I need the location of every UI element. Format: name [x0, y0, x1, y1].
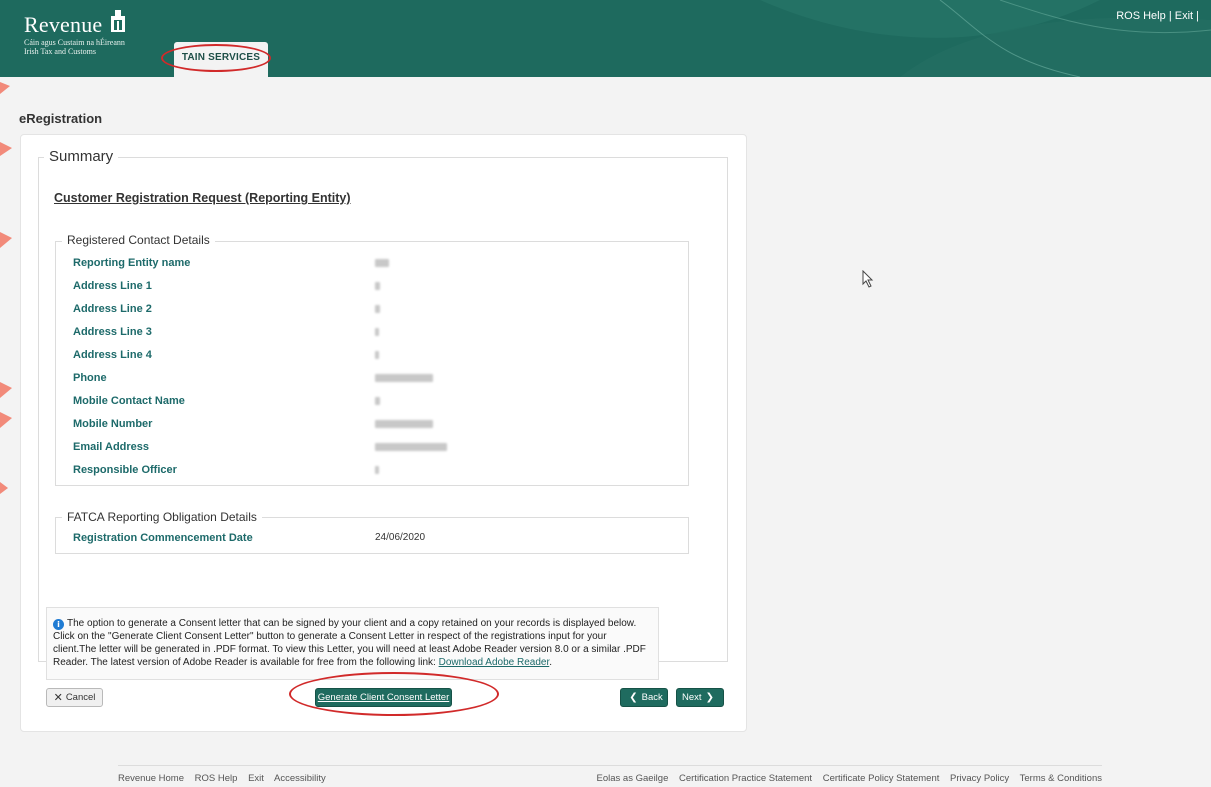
mouse-cursor-icon: [862, 270, 874, 288]
detail-label: Reporting Entity name: [73, 257, 191, 269]
footer-link-certification-practice[interactable]: Certification Practice Statement: [679, 773, 812, 784]
footer-link-certificate-policy[interactable]: Certificate Policy Statement: [823, 773, 940, 784]
revenue-logo[interactable]: Revenue Cáin agus Custaim na hÉireann Ir…: [24, 10, 125, 56]
header-trailing-separator: |: [1196, 10, 1199, 22]
detail-label: Address Line 1: [73, 280, 152, 292]
fatca-legend: FATCA Reporting Obligation Details: [62, 510, 262, 524]
detail-label: Phone: [73, 372, 107, 384]
consent-info-box: i The option to generate a Consent letter…: [46, 607, 659, 680]
redacted-value: [375, 305, 380, 313]
next-button[interactable]: Next ❯: [676, 688, 724, 707]
brand-sub-english: Irish Tax and Customs: [24, 47, 96, 56]
exit-link[interactable]: Exit: [1175, 10, 1193, 22]
footer-link-eolas-as-gaeilge[interactable]: Eolas as Gaeilge: [597, 773, 669, 784]
back-button[interactable]: ❮ Back: [620, 688, 668, 707]
detail-label: Email Address: [73, 441, 150, 453]
footer-divider: [118, 765, 1102, 766]
close-icon: ✕: [53, 691, 63, 704]
footer-link-revenue-home[interactable]: Revenue Home: [118, 773, 184, 784]
commencement-date-value: 24/06/2020: [375, 532, 426, 543]
footer-links-right: Eolas as Gaeilge Certification Practice …: [597, 773, 1102, 784]
request-title: Customer Registration Request (Reporting…: [54, 191, 351, 205]
annotation-ring-generate: [289, 672, 499, 716]
back-label: Back: [641, 692, 663, 703]
contact-details-legend: Registered Contact Details: [62, 233, 215, 247]
redacted-value: [375, 466, 379, 474]
footer-link-exit[interactable]: Exit: [248, 773, 264, 784]
detail-label: Registration Commencement Date: [73, 532, 253, 544]
cancel-button[interactable]: ✕ Cancel: [46, 688, 103, 707]
redacted-value: [375, 328, 379, 336]
harp-crest-icon: [111, 10, 125, 32]
footer-link-ros-help[interactable]: ROS Help: [195, 773, 238, 784]
info-text: The option to generate a Consent letter …: [53, 618, 646, 668]
detail-label: Responsible Officer: [73, 464, 177, 476]
detail-label: Address Line 2: [73, 303, 152, 315]
header-help-links: ROS Help | Exit |: [1116, 10, 1199, 22]
detail-label: Address Line 4: [73, 349, 152, 361]
download-adobe-reader-link[interactable]: Download Adobe Reader: [439, 657, 550, 668]
redacted-value: [375, 374, 433, 382]
info-icon: i: [53, 619, 64, 630]
footer-link-privacy-policy[interactable]: Privacy Policy: [950, 773, 1009, 784]
summary-card: Summary Customer Registration Request (R…: [20, 134, 747, 732]
footer-links-left: Revenue Home ROS Help Exit Accessibility: [118, 773, 334, 784]
info-text-suffix: .: [549, 657, 553, 668]
next-label: Next: [682, 692, 702, 703]
redacted-value: [375, 282, 380, 290]
left-edge-decoration: [0, 82, 12, 494]
header-separator: |: [1168, 10, 1172, 22]
detail-label: Mobile Number: [73, 418, 153, 430]
cancel-label: Cancel: [65, 692, 96, 703]
footer-link-terms[interactable]: Terms & Conditions: [1020, 773, 1102, 784]
redacted-value: [375, 259, 389, 267]
annotation-ring-tab: [161, 44, 271, 72]
page-title: eRegistration: [19, 111, 103, 126]
detail-label: Mobile Contact Name: [73, 395, 185, 407]
redacted-value: [375, 351, 379, 359]
redacted-value: [375, 397, 380, 405]
chevron-left-icon: ❮: [629, 692, 638, 703]
ros-help-link[interactable]: ROS Help: [1116, 10, 1166, 22]
brand-sub-irish: Cáin agus Custaim na hÉireann: [24, 38, 125, 47]
redacted-value: [375, 420, 433, 428]
redacted-value: [375, 443, 447, 451]
summary-legend: Summary: [44, 148, 119, 165]
footer-link-accessibility[interactable]: Accessibility: [274, 773, 326, 784]
chevron-right-icon: ❯: [705, 692, 714, 703]
detail-label: Address Line 3: [73, 326, 152, 338]
